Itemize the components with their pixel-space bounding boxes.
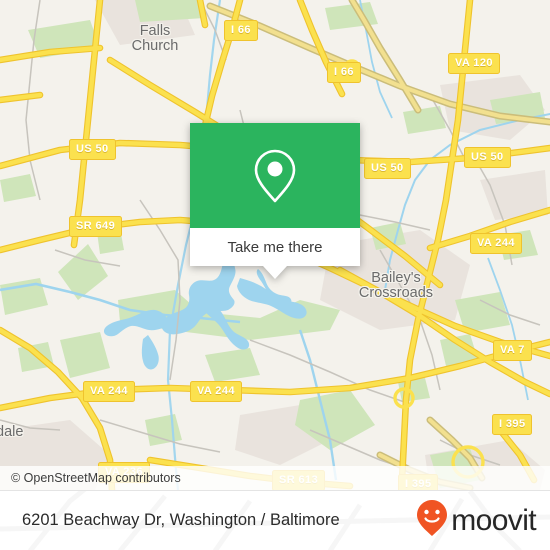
shield-va-244-east[interactable]: VA 244 (470, 233, 522, 254)
shield-us-50-east[interactable]: US 50 (464, 147, 511, 168)
shield-us-50-west[interactable]: US 50 (69, 139, 116, 160)
shield-us-50-mid[interactable]: US 50 (364, 158, 411, 179)
moovit-map-screen: Falls Church Bailey's Crossroads dale I … (0, 0, 550, 550)
footer-bar: 6201 Beachway Dr, Washington / Baltimore… (0, 490, 550, 550)
shield-sr-649[interactable]: SR 649 (69, 216, 123, 237)
shield-i-66-west[interactable]: I 66 (224, 20, 258, 41)
shield-va-7[interactable]: VA 7 (493, 340, 532, 361)
location-callout-card[interactable]: Take me there (190, 123, 360, 279)
map-canvas[interactable]: Falls Church Bailey's Crossroads dale I … (0, 0, 550, 490)
osm-attribution-text[interactable]: © OpenStreetMap contributors (11, 471, 181, 485)
shield-va-244-mid[interactable]: VA 244 (190, 381, 242, 402)
shield-va-120[interactable]: VA 120 (448, 53, 500, 74)
callout-tail (263, 266, 287, 279)
shield-i-395-upper[interactable]: I 395 (492, 414, 533, 435)
take-me-there-button[interactable]: Take me there (190, 228, 360, 266)
moovit-pin-smiley-icon (416, 499, 448, 542)
take-me-there-label: Take me there (227, 238, 323, 256)
map-pin-icon (252, 147, 298, 205)
shield-va-244-west[interactable]: VA 244 (83, 381, 135, 402)
address-label: 6201 Beachway Dr, Washington / Baltimore (22, 511, 340, 529)
callout-image-area (190, 123, 360, 228)
moovit-wordmark: moovit (451, 503, 536, 537)
shield-i-66-east[interactable]: I 66 (327, 62, 361, 83)
attribution-bar: © OpenStreetMap contributors (0, 466, 550, 490)
moovit-logo[interactable]: moovit (416, 499, 537, 542)
